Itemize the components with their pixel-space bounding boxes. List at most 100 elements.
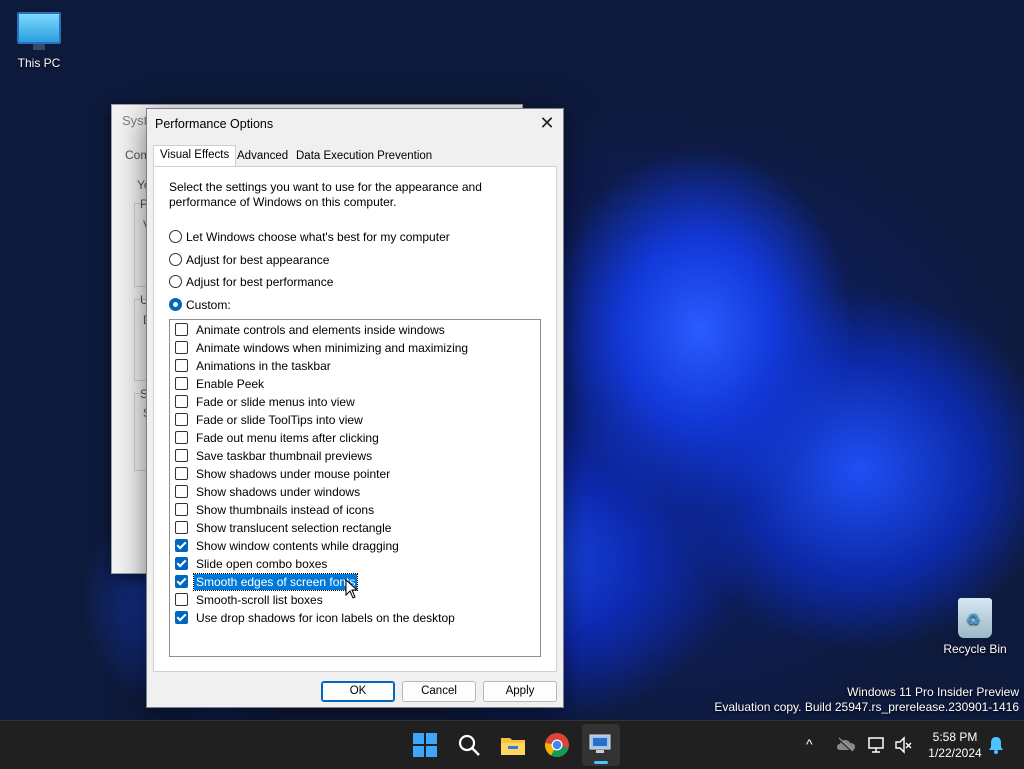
effect-checkbox[interactable] <box>175 575 188 589</box>
radio-label: Let Windows choose what's best for my co… <box>186 230 450 244</box>
this-pc-desktop-icon[interactable]: This PC <box>4 12 74 70</box>
effect-list-item[interactable]: Enable Peek <box>175 375 266 393</box>
show-hidden-icons-chevron[interactable]: ^ <box>806 736 813 752</box>
watermark-build: Evaluation copy. Build 25947.rs_prerelea… <box>714 700 1019 714</box>
radio-option[interactable]: Let Windows choose what's best for my co… <box>169 229 450 245</box>
effect-list-item[interactable]: Slide open combo boxes <box>175 555 329 573</box>
file-explorer-icon[interactable] <box>499 731 527 759</box>
effect-list-item[interactable]: Show window contents while dragging <box>175 537 401 555</box>
effect-label: Smooth edges of screen fonts <box>192 573 359 591</box>
effect-label: Save taskbar thumbnail previews <box>196 449 373 463</box>
effect-list-item[interactable]: Fade out menu items after clicking <box>175 429 381 447</box>
effect-list-item[interactable]: Smooth edges of screen fonts <box>175 573 359 591</box>
settings-description: Select the settings you want to use for … <box>169 180 482 209</box>
effect-label: Animate controls and elements inside win… <box>196 323 445 337</box>
ok-button[interactable]: OK <box>321 681 395 702</box>
effect-checkbox[interactable] <box>175 539 188 553</box>
effect-list-item[interactable]: Use drop shadows for icon labels on the … <box>175 609 457 627</box>
monitor-icon <box>17 12 61 50</box>
effect-checkbox[interactable] <box>175 413 188 427</box>
effect-checkbox[interactable] <box>175 431 188 445</box>
effect-list-item[interactable]: Smooth-scroll list boxes <box>175 591 325 609</box>
radio-option[interactable]: Adjust for best appearance <box>169 252 329 268</box>
radio-button[interactable] <box>169 298 182 312</box>
effect-label: Animate windows when minimizing and maxi… <box>196 341 469 355</box>
effect-checkbox[interactable] <box>175 395 188 409</box>
effect-list-item[interactable]: Animate controls and elements inside win… <box>175 321 447 339</box>
effect-checkbox[interactable] <box>175 593 188 607</box>
effect-list-item[interactable]: Show shadows under windows <box>175 483 362 501</box>
effect-checkbox[interactable] <box>175 557 188 571</box>
tab-advanced[interactable]: Advanced <box>231 147 294 166</box>
onedrive-icon[interactable] <box>836 737 856 753</box>
dialog-title: Performance Options <box>155 117 274 131</box>
visual-effects-list[interactable]: Animate controls and elements inside win… <box>169 319 541 657</box>
effect-checkbox[interactable] <box>175 521 188 535</box>
effect-list-item[interactable]: Fade or slide menus into view <box>175 393 357 411</box>
effect-list-item[interactable]: Show translucent selection rectangle <box>175 519 393 537</box>
radio-label: Custom: <box>186 298 231 312</box>
effect-label: Show shadows under mouse pointer <box>196 467 391 481</box>
effect-checkbox[interactable] <box>175 341 188 355</box>
radio-button[interactable] <box>169 230 182 244</box>
effect-list-item[interactable]: Fade or slide ToolTips into view <box>175 411 365 429</box>
effect-checkbox[interactable] <box>175 323 188 337</box>
search-icon[interactable] <box>455 731 483 759</box>
clock-date: 1/22/2024 <box>928 746 982 760</box>
clock-time: 5:58 PM <box>932 730 978 744</box>
effect-checkbox[interactable] <box>175 485 188 499</box>
chrome-icon[interactable] <box>543 731 571 759</box>
start-icon[interactable] <box>411 731 439 759</box>
radio-option[interactable]: Custom: <box>169 297 231 313</box>
effect-label: Fade or slide ToolTips into view <box>196 413 363 427</box>
effect-label: Show thumbnails instead of icons <box>196 503 375 517</box>
effect-label: Fade out menu items after clicking <box>196 431 379 445</box>
effect-checkbox[interactable] <box>175 503 188 517</box>
effect-label: Show shadows under windows <box>196 485 361 499</box>
effect-label: Fade or slide menus into view <box>196 395 355 409</box>
recycle-bin-desktop-icon[interactable]: ♻ Recycle Bin <box>940 598 1010 656</box>
effect-label: Show window contents while dragging <box>196 539 399 553</box>
effect-list-item[interactable]: Animate windows when minimizing and maxi… <box>175 339 470 357</box>
effect-list-item[interactable]: Save taskbar thumbnail previews <box>175 447 374 465</box>
recycle-bin-icon: ♻ <box>958 598 992 638</box>
this-pc-label: This PC <box>17 56 61 70</box>
cancel-button[interactable]: Cancel <box>402 681 476 702</box>
tab-data-execution-prevention[interactable]: Data Execution Prevention <box>290 147 438 166</box>
notification-bell-icon[interactable] <box>988 736 1004 754</box>
close-icon: ✕ <box>539 113 555 133</box>
volume-muted-icon[interactable] <box>894 736 912 754</box>
close-button[interactable]: ✕ <box>531 109 563 137</box>
effect-label: Enable Peek <box>196 377 265 391</box>
radio-option[interactable]: Adjust for best performance <box>169 274 333 290</box>
radio-button[interactable] <box>169 253 182 267</box>
effect-checkbox[interactable] <box>175 467 188 481</box>
radio-label: Adjust for best appearance <box>186 253 330 267</box>
active-app-indicator <box>594 761 608 764</box>
system-properties-taskbar-button[interactable] <box>582 724 620 766</box>
effect-label: Smooth-scroll list boxes <box>196 593 323 607</box>
recycle-bin-label: Recycle Bin <box>943 642 1007 656</box>
evaluation-watermark: Windows 11 Pro Insider Preview Evaluatio… <box>714 685 1019 715</box>
effect-label: Animations in the taskbar <box>196 359 331 373</box>
network-icon[interactable] <box>867 736 887 754</box>
taskbar-clock[interactable]: 5:58 PM 1/22/2024 <box>916 729 994 761</box>
tab-visual-effects[interactable]: Visual Effects <box>153 145 237 168</box>
system-properties-icon <box>589 734 611 753</box>
effect-label: Use drop shadows for icon labels on the … <box>196 611 455 625</box>
effect-list-item[interactable]: Show shadows under mouse pointer <box>175 465 392 483</box>
taskbar: ^ 5:58 PM 1/22/2024 <box>0 720 1024 769</box>
radio-button[interactable] <box>169 275 182 289</box>
effect-label: Show translucent selection rectangle <box>196 521 392 535</box>
apply-button[interactable]: Apply <box>483 681 557 702</box>
effect-list-item[interactable]: Animations in the taskbar <box>175 357 333 375</box>
performance-options-dialog: Performance Options ✕ Visual Effects Adv… <box>146 108 564 708</box>
effect-checkbox[interactable] <box>175 377 188 391</box>
radio-label: Adjust for best performance <box>186 275 334 289</box>
effect-checkbox[interactable] <box>175 359 188 373</box>
mouse-pointer-icon <box>345 579 359 599</box>
effect-checkbox[interactable] <box>175 449 188 463</box>
watermark-edition: Windows 11 Pro Insider Preview <box>847 685 1019 699</box>
effect-list-item[interactable]: Show thumbnails instead of icons <box>175 501 376 519</box>
effect-checkbox[interactable] <box>175 611 188 625</box>
